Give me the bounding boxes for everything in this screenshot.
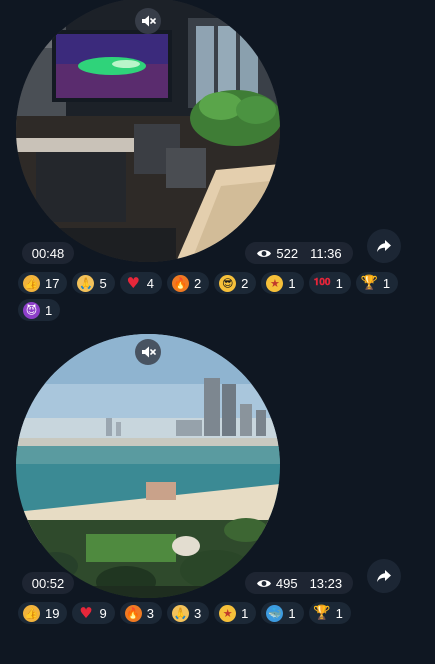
reactions-bar: 👍 17 🙏 5 ♥ 4 🔥 2 😎 2 ★ 1 𝟏𝟎𝟎 1 🏆 1 😈 1: [18, 272, 418, 321]
trophy-icon: 🏆: [313, 605, 331, 621]
folded-hands-icon: 🙏: [77, 274, 95, 292]
video-duration: 00:52: [22, 572, 74, 594]
thumbs-up-icon: 👍: [23, 274, 40, 292]
reaction-sunglasses-face[interactable]: 😎 2: [214, 272, 257, 294]
reaction-count: 2: [193, 275, 202, 291]
reaction-count: 19: [45, 605, 60, 621]
video-frame-restaurant: [16, 0, 280, 262]
mute-toggle[interactable]: [135, 339, 161, 365]
message-meta: 522 11:36: [245, 242, 353, 264]
whale-icon: 🐳: [266, 604, 284, 622]
message-time: 11:36: [310, 245, 342, 261]
fire-icon: 🔥: [124, 604, 142, 622]
reaction-folded-hands[interactable]: 🙏 3: [166, 602, 210, 624]
folded-hands-icon: 🙏: [171, 604, 189, 622]
star-struck-face-icon: ★: [219, 604, 237, 622]
reactions-bar: 👍 19 ♥ 9 🔥 3 🙏 3 ★ 1 🐳 1 🏆 1: [18, 602, 418, 624]
mute-toggle[interactable]: [135, 8, 161, 34]
reaction-count: 1: [335, 605, 343, 621]
thumbs-up-icon: 👍: [23, 604, 40, 622]
reaction-count: 2: [241, 275, 249, 291]
reaction-fire[interactable]: 🔥 2: [166, 272, 210, 294]
reaction-fire[interactable]: 🔥 3: [119, 602, 162, 624]
reaction-red-heart[interactable]: ♥ 4: [119, 272, 162, 294]
reaction-star-struck-face[interactable]: ★ 1: [261, 272, 304, 294]
fire-icon: 🔥: [171, 274, 189, 292]
round-video-player[interactable]: [16, 0, 280, 262]
share-button[interactable]: [367, 559, 401, 593]
message-meta: 495 13:23: [245, 572, 353, 594]
round-video-player[interactable]: [16, 334, 280, 598]
reaction-count: 1: [288, 605, 296, 621]
reaction-count: 1: [45, 302, 53, 318]
reaction-count: 3: [146, 605, 154, 621]
reaction-folded-hands[interactable]: 🙏 5: [72, 272, 115, 294]
reaction-smiling-devil[interactable]: 😈 1: [18, 299, 61, 321]
smiling-devil-icon: 😈: [23, 301, 40, 319]
hundred-points-icon: 𝟏𝟎𝟎: [313, 277, 331, 288]
reaction-count: 3: [193, 605, 202, 621]
red-heart-icon: ♥: [79, 603, 93, 622]
reaction-count: 1: [382, 275, 391, 291]
share-arrow-icon: [377, 570, 391, 582]
reaction-count: 1: [288, 275, 296, 291]
speaker-muted-icon: [142, 15, 156, 27]
reaction-count: 1: [335, 275, 343, 291]
reaction-star-struck-face[interactable]: ★ 1: [214, 602, 257, 624]
view-count: 522: [276, 245, 299, 261]
speaker-muted-icon: [142, 346, 156, 358]
video-frame-beach-city: [16, 334, 280, 598]
star-struck-face-icon: ★: [266, 274, 284, 292]
video-duration: 00:48: [22, 242, 74, 264]
reaction-whale[interactable]: 🐳 1: [261, 602, 304, 624]
reaction-thumbs-up[interactable]: 👍 17: [18, 272, 68, 294]
reaction-red-heart[interactable]: ♥ 9: [72, 602, 115, 624]
eye-icon: [256, 579, 271, 587]
reaction-trophy[interactable]: 🏆 1: [308, 602, 351, 624]
share-arrow-icon: [377, 240, 391, 252]
reaction-count: 17: [45, 275, 60, 291]
sunglasses-face-icon: 😎: [219, 274, 237, 292]
trophy-icon: 🏆: [360, 275, 379, 291]
reaction-thumbs-up[interactable]: 👍 19: [18, 602, 68, 624]
eye-icon: [257, 249, 272, 257]
reaction-count: 1: [241, 605, 249, 621]
view-count: 495: [275, 575, 298, 591]
message-time: 13:23: [309, 575, 343, 591]
reaction-trophy[interactable]: 🏆 1: [355, 272, 399, 294]
reaction-count: 9: [99, 605, 107, 621]
reaction-hundred-points[interactable]: 𝟏𝟎𝟎 1: [308, 272, 351, 294]
red-heart-icon: ♥: [126, 273, 140, 292]
share-button[interactable]: [367, 229, 401, 263]
reaction-count: 4: [146, 275, 154, 291]
reaction-count: 5: [99, 275, 107, 291]
